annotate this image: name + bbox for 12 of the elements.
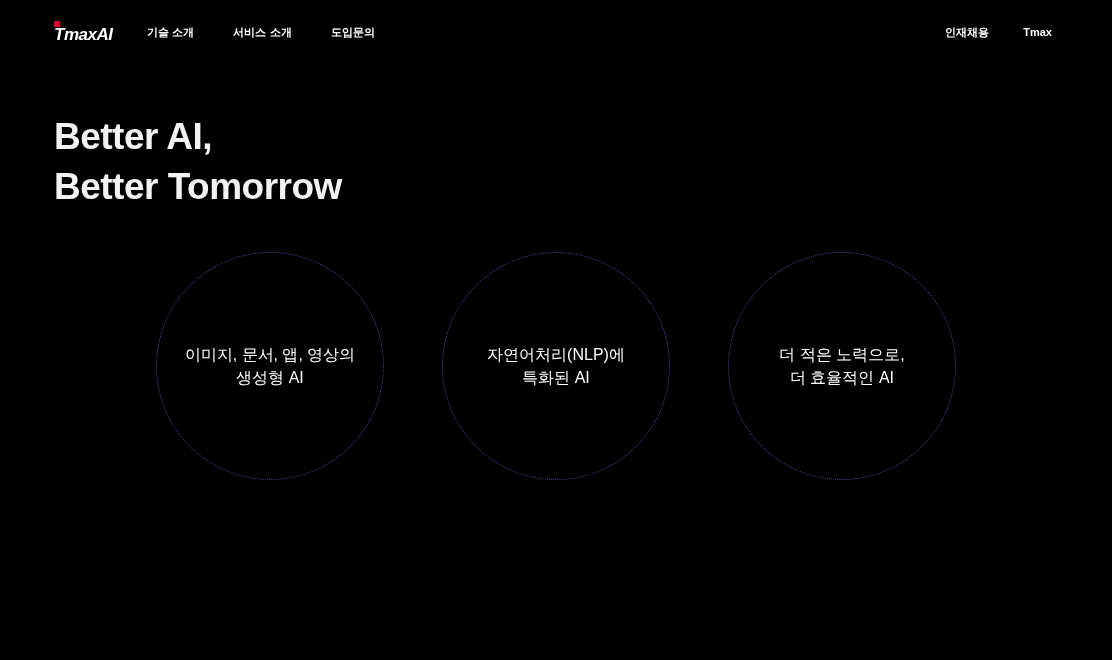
nav-link[interactable]: 기술 소개 <box>147 23 195 41</box>
logo-link[interactable]: TmaxAI <box>54 21 113 43</box>
feature-caption: 자연어처리(NLP)에 특화된 AI <box>487 345 625 388</box>
hero-title: Better Tomorrow <box>54 165 342 209</box>
feature-caption: 이미지, 문서, 앱, 영상의 생성형 AI <box>184 345 356 388</box>
nav-link[interactable]: 인재채용 <box>945 23 990 41</box>
feature-caption: 더 적은 노력으로, 더 효율적인 AI <box>779 345 905 388</box>
logo-mark-icon <box>54 21 60 27</box>
nav-link[interactable]: 서비스 소개 <box>233 23 292 41</box>
nav-link[interactable]: 도입문의 <box>330 23 375 41</box>
hero-title: Better AI, <box>54 115 213 159</box>
nav-link[interactable]: Tmax <box>1023 23 1052 41</box>
